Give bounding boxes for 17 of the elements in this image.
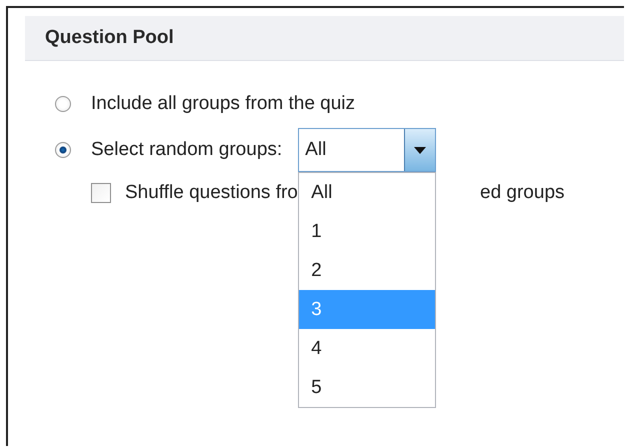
dropdown[interactable]: All — [298, 128, 436, 172]
radio-label: Include all groups from the quiz — [91, 93, 356, 115]
dropdown-item[interactable]: 5 — [299, 368, 436, 407]
radio-button[interactable] — [55, 96, 71, 112]
caret-icon — [414, 146, 426, 154]
section-title: Question Pool — [45, 27, 174, 49]
dropdown-item[interactable]: All — [299, 173, 436, 212]
radio-button[interactable] — [55, 142, 71, 158]
dropdown-item[interactable]: 1 — [299, 212, 436, 251]
checkbox[interactable] — [91, 183, 111, 203]
dropdown-item[interactable]: 4 — [299, 329, 436, 368]
checkbox-label: Shuffle questions fro — [125, 182, 298, 204]
radio-label: Select random groups: — [91, 139, 282, 161]
dropdown-arrow-button[interactable] — [404, 129, 436, 171]
dropdown-value: All — [304, 138, 328, 162]
dropdown-item[interactable]: 2 — [299, 251, 436, 290]
checkbox-label: ed groups — [480, 182, 565, 204]
